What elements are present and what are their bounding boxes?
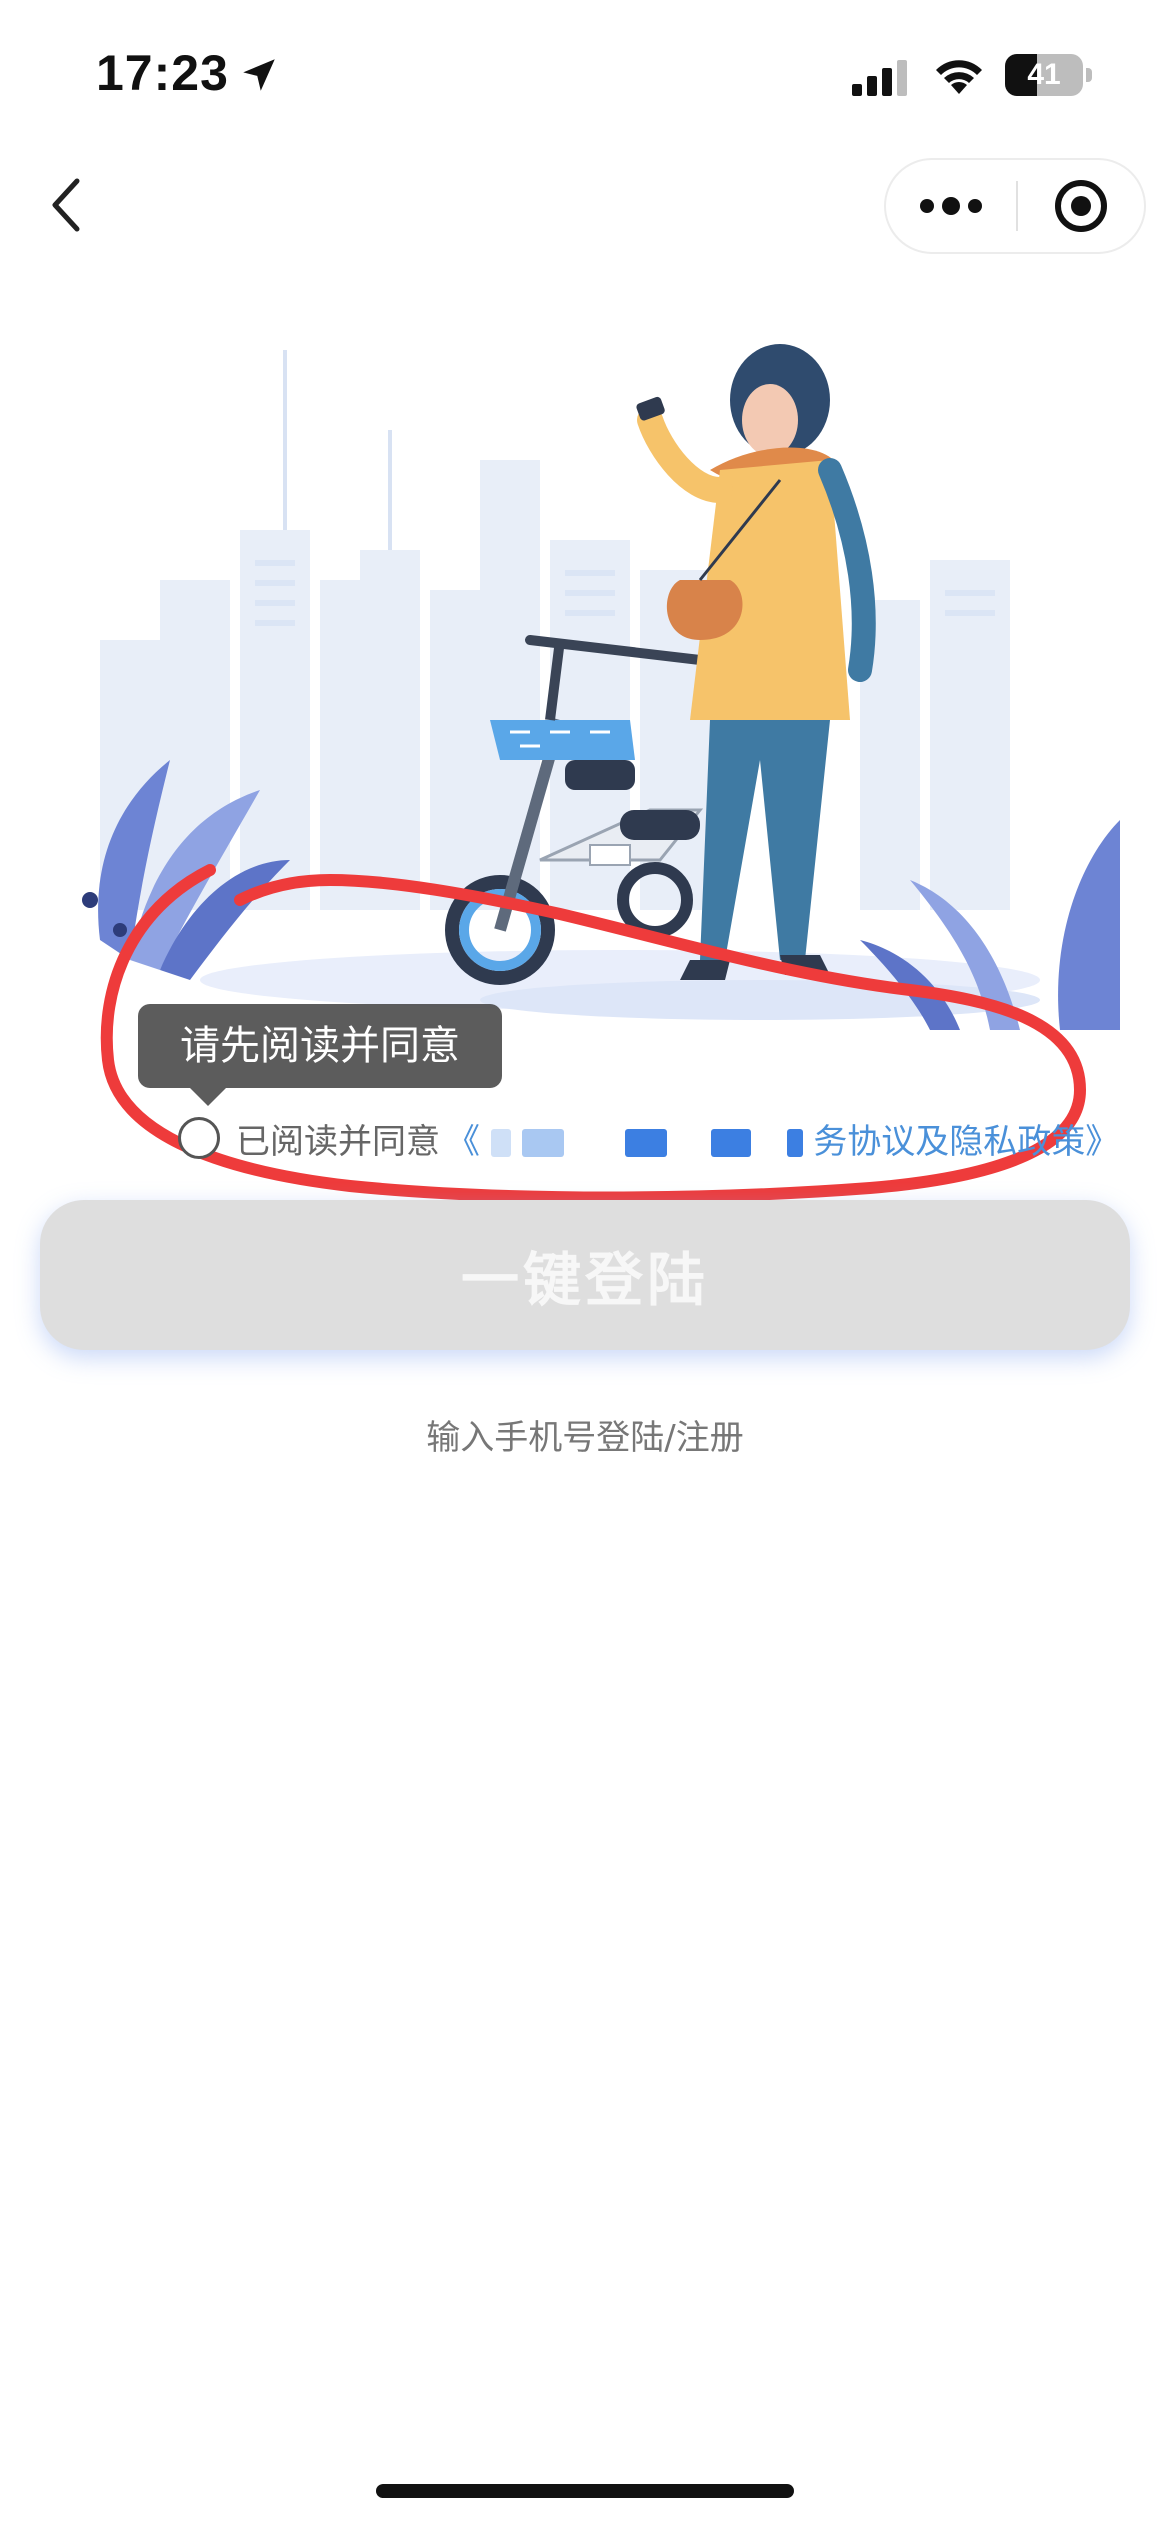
home-indicator (376, 2484, 794, 2498)
status-time: 17:23 (96, 45, 229, 101)
back-button[interactable] (36, 170, 96, 240)
one-tap-login-button[interactable]: 一键登陆 (40, 1200, 1130, 1350)
location-arrow-icon (243, 59, 275, 91)
agreement-link[interactable]: 《 务协议及隐私政策》 (446, 1114, 1119, 1163)
hero-illustration (82, 344, 1120, 1030)
more-button[interactable] (886, 160, 1016, 252)
more-dots-icon (920, 199, 934, 213)
cellular-signal-icon (852, 60, 907, 96)
agreement-tooltip: 请先阅读并同意 (138, 1004, 502, 1106)
agreement-checkbox[interactable] (178, 1117, 220, 1159)
chevron-left-icon (52, 178, 80, 232)
battery-indicator: 41 (1005, 54, 1093, 96)
wifi-icon (936, 60, 982, 94)
agreement-label: 已阅读并同意 (236, 1121, 440, 1162)
redacted-text (490, 1129, 511, 1157)
status-bar: 17:23 41 (0, 0, 1170, 150)
mini-program-capsule (884, 158, 1146, 254)
phone-login-link[interactable]: 输入手机号登陆/注册 (0, 1410, 1170, 1459)
battery-level-text: 41 (1027, 58, 1061, 91)
agreement-row: 已阅读并同意 《 务协议及隐私政策》 (178, 1108, 1119, 1168)
target-close-icon (1055, 180, 1107, 232)
tooltip-text: 请先阅读并同意 (180, 1023, 460, 1069)
close-button[interactable] (1018, 160, 1144, 252)
